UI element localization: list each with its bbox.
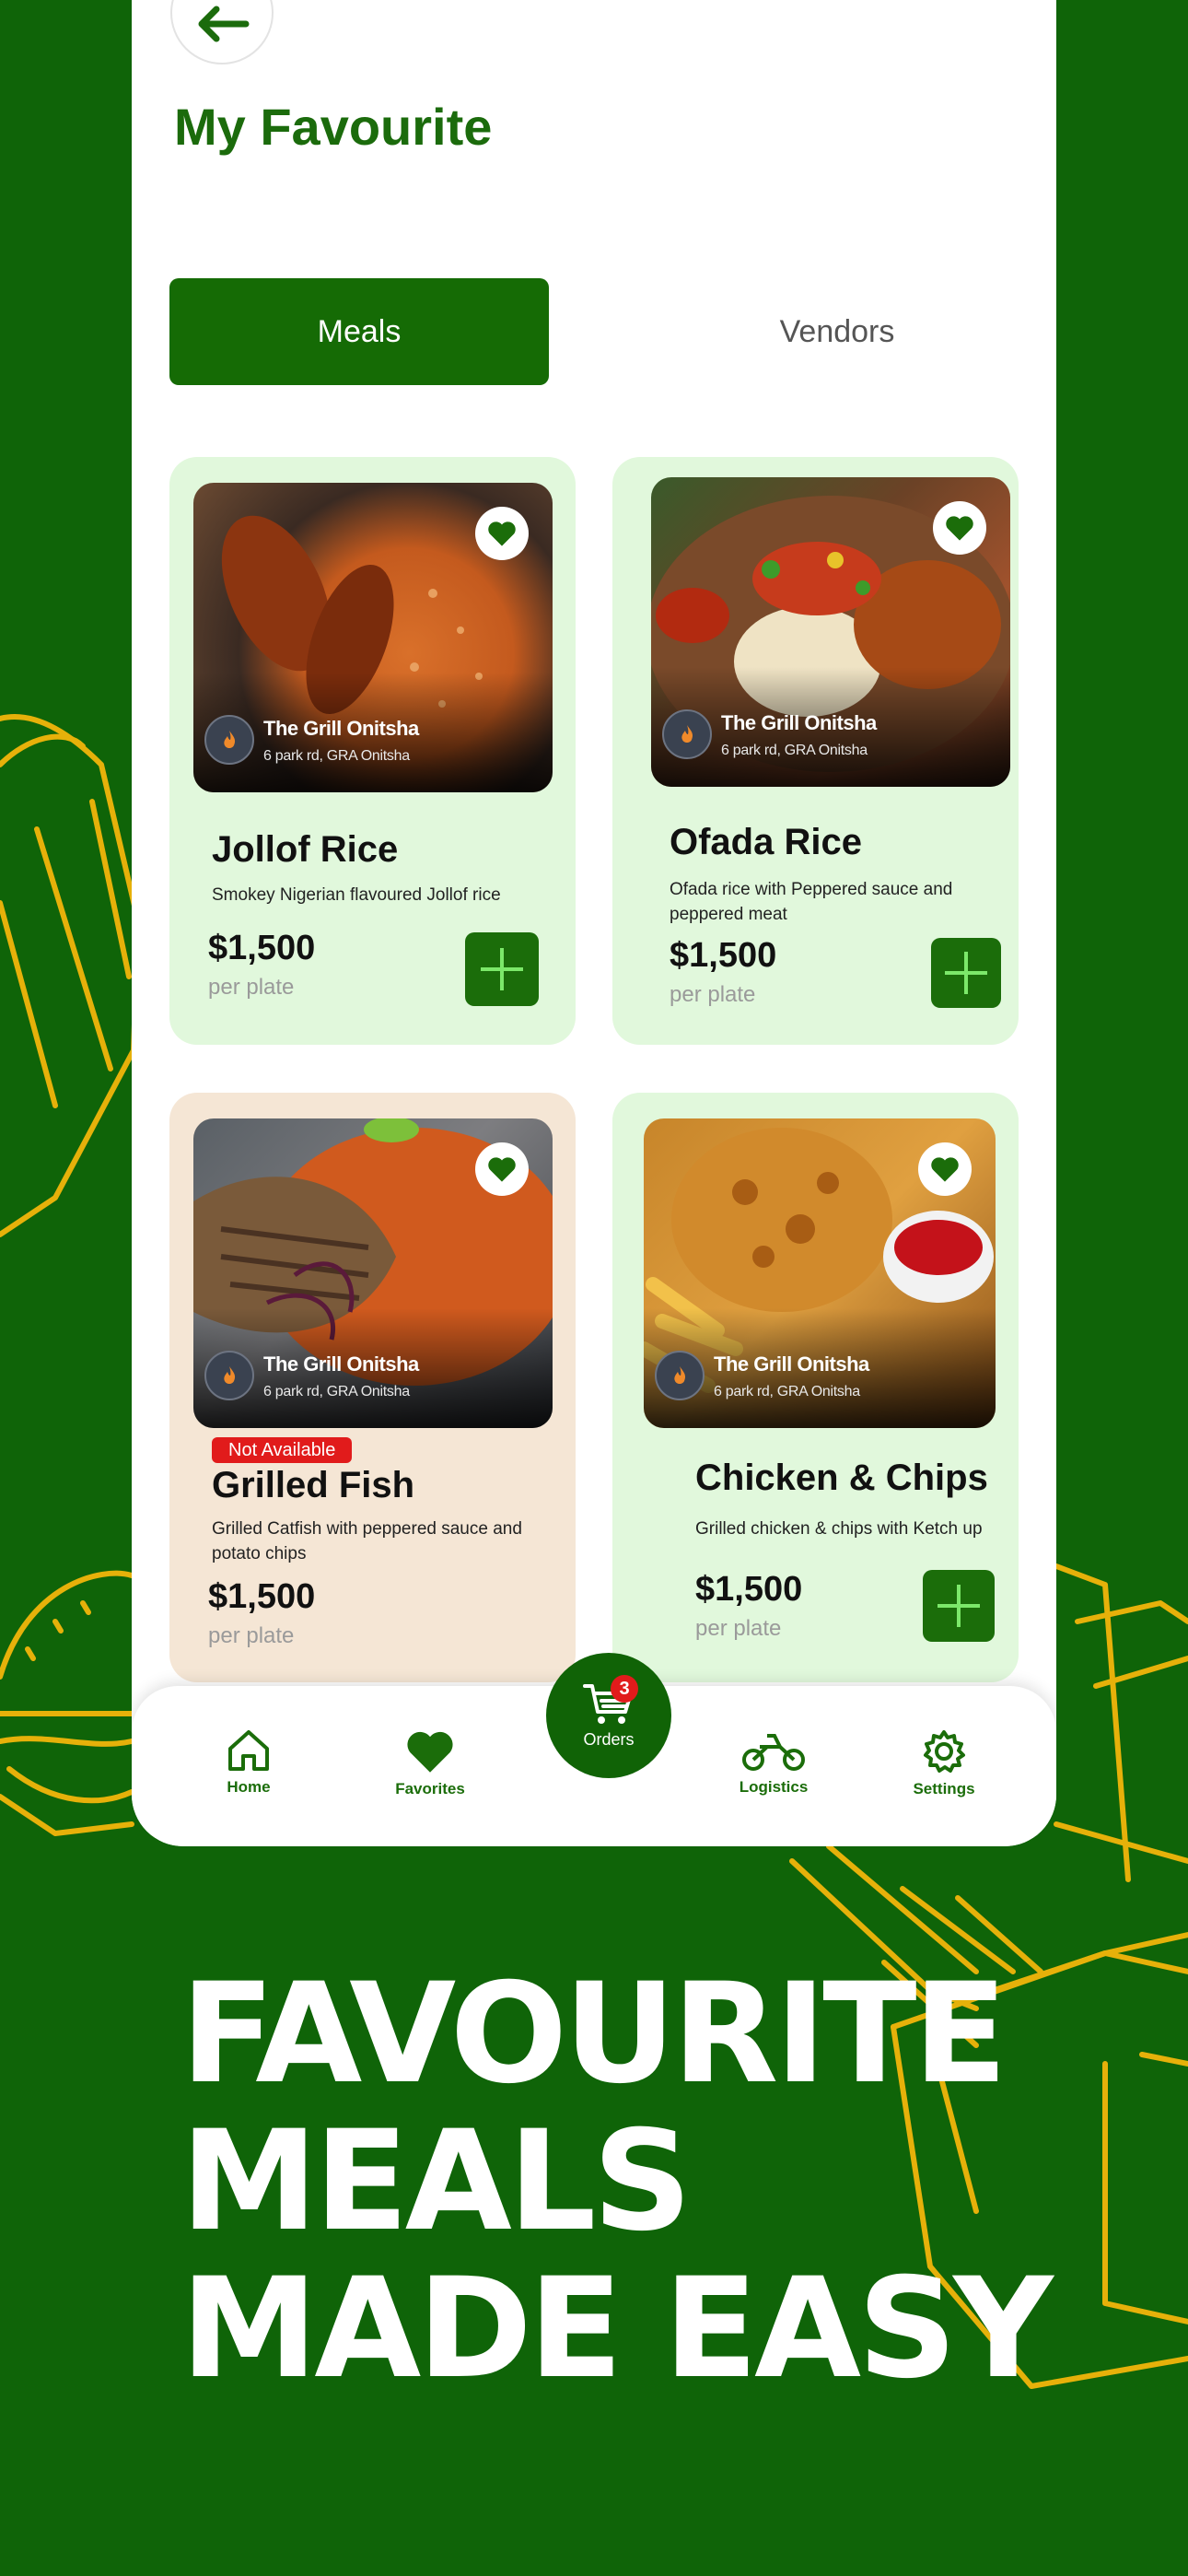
meal-name: Ofada Rice (670, 822, 862, 862)
price-unit: per plate (670, 982, 756, 1007)
nav-home-label: Home (227, 1778, 271, 1796)
tab-vendors[interactable]: Vendors (647, 278, 1027, 385)
plus-icon (938, 1585, 980, 1627)
favorite-heart-button[interactable] (918, 1142, 972, 1196)
vendor-address: 6 park rd, GRA Onitsha (263, 748, 410, 764)
nav-logistics-label: Logistics (739, 1778, 809, 1796)
meal-description: Grilled chicken & chips with Ketch up (695, 1519, 983, 1539)
meal-card[interactable]: The Grill Onitsha 6 park rd, GRA Onitsha… (612, 457, 1019, 1045)
home-icon (228, 1730, 269, 1771)
nav-favorites-label: Favorites (395, 1780, 465, 1797)
meal-name: Jollof Rice (212, 829, 399, 870)
gear-icon (924, 1730, 965, 1773)
vendor-address: 6 park rd, GRA Onitsha (721, 743, 868, 758)
heart-icon (488, 1157, 516, 1182)
add-to-cart-button[interactable] (931, 938, 1001, 1008)
meal-description: Grilled Catfish with peppered sauce and … (212, 1519, 522, 1563)
motorbike-icon (742, 1734, 805, 1771)
meal-price: $1,500 (695, 1570, 803, 1609)
favorite-heart-button[interactable] (475, 1142, 529, 1196)
vendor-name: The Grill Onitsha (721, 711, 877, 734)
vendor-name: The Grill Onitsha (714, 1352, 869, 1376)
meal-photo: The Grill Onitsha 6 park rd, GRA Onitsha (193, 483, 553, 792)
orders-label: Orders (583, 1729, 635, 1749)
plus-icon (945, 952, 987, 994)
favorite-heart-button[interactable] (475, 507, 529, 560)
vendor-logo (655, 1351, 705, 1400)
meal-name: Grilled Fish (212, 1465, 415, 1505)
meal-photo: The Grill Onitsha 6 park rd, GRA Onitsha (651, 477, 1010, 787)
nav-settings-label: Settings (913, 1780, 975, 1797)
vendor-name: The Grill Onitsha (263, 717, 419, 740)
meal-price: $1,500 (670, 936, 777, 975)
promo-line-1: FAVOURITE (181, 1954, 1007, 2114)
orders-cart-button[interactable]: 3 Orders (546, 1653, 671, 1778)
heart-icon (946, 516, 973, 541)
tab-meals[interactable]: Meals (169, 278, 549, 385)
cart-count-badge: 3 (611, 1675, 638, 1703)
price-unit: per plate (208, 975, 295, 1000)
add-to-cart-button[interactable] (465, 932, 539, 1006)
not-available-badge: Not Available (212, 1437, 353, 1463)
flame-icon (224, 1366, 236, 1384)
meal-description: Ofada rice with Peppered sauce and peppe… (670, 880, 953, 924)
favorite-heart-button[interactable] (933, 501, 986, 555)
vendor-address: 6 park rd, GRA Onitsha (263, 1384, 410, 1399)
meal-price: $1,500 (208, 929, 316, 967)
meal-photo: The Grill Onitsha 6 park rd, GRA Onitsha (193, 1118, 553, 1428)
page-title: My Favourite (174, 98, 493, 156)
promo-line-3: MADE EASY (181, 2249, 1054, 2409)
back-button[interactable] (170, 0, 274, 64)
flame-icon (681, 725, 693, 743)
nav-settings[interactable]: Settings (879, 1728, 1008, 1798)
vendor-name: The Grill Onitsha (263, 1352, 419, 1376)
nav-home[interactable]: Home (184, 1728, 313, 1797)
price-unit: per plate (208, 1623, 295, 1648)
nav-logistics[interactable]: Logistics (709, 1728, 838, 1797)
favourites-screen: My Favourite Meals Vendors The Grill Oni… (132, 0, 1056, 1846)
meal-card[interactable]: The Grill Onitsha 6 park rd, GRA Onitsha… (612, 1093, 1019, 1682)
heart-icon (488, 521, 516, 546)
meal-photo: The Grill Onitsha 6 park rd, GRA Onitsha (644, 1118, 996, 1428)
promo-line-2: MEALS (181, 2102, 692, 2262)
price-unit: per plate (695, 1616, 782, 1641)
heart-icon (931, 1157, 959, 1182)
flame-icon (224, 731, 236, 748)
flame-icon (674, 1366, 686, 1384)
meal-name: Chicken & Chips (695, 1458, 988, 1498)
vendor-logo (662, 709, 712, 759)
vendor-address: 6 park rd, GRA Onitsha (714, 1384, 860, 1399)
meal-price: $1,500 (208, 1577, 316, 1616)
add-to-cart-button[interactable] (923, 1570, 995, 1642)
promo-headline: FAVOURITE MEALS MADE EASY (181, 1954, 1054, 2409)
meal-description: Smokey Nigerian flavoured Jollof rice (212, 885, 501, 905)
arrow-left-icon (198, 6, 250, 42)
vendor-logo (204, 1351, 254, 1400)
meal-card[interactable]: The Grill Onitsha 6 park rd, GRA Onitsha… (169, 457, 576, 1045)
vendor-logo (204, 715, 254, 765)
nav-favorites[interactable]: Favorites (366, 1728, 495, 1798)
heart-icon (407, 1731, 453, 1773)
meal-card[interactable]: The Grill Onitsha 6 park rd, GRA Onitsha… (169, 1093, 576, 1682)
plus-icon (481, 948, 523, 990)
